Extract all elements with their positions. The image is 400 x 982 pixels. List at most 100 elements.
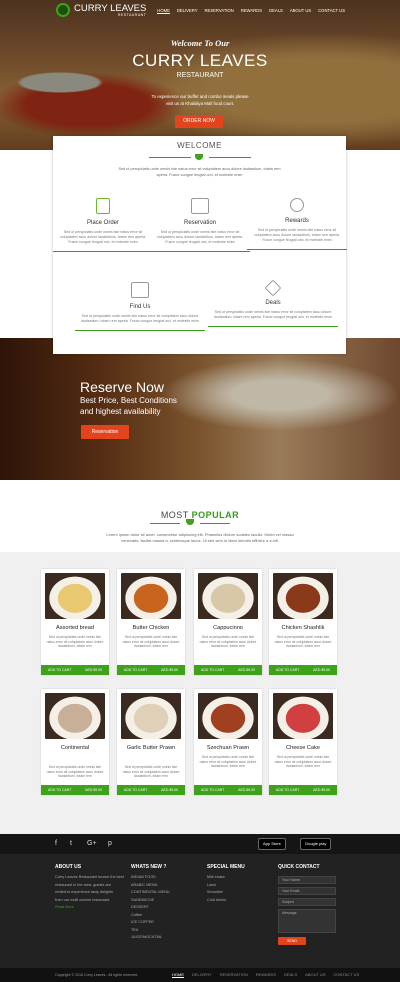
pinterest-icon[interactable]: p: [108, 840, 112, 847]
nav-rewards[interactable]: REWARDS: [241, 8, 262, 14]
cart-bar: ADD TO CART AED 89.00: [194, 665, 262, 675]
bottom-nav-reservation[interactable]: RESERVATION: [220, 972, 248, 978]
bottom-nav-rewards[interactable]: REWARDS: [256, 972, 276, 978]
special-item[interactable]: Milk shake: [207, 874, 226, 882]
whats-new-item[interactable]: ARABIC MENU: [131, 882, 170, 890]
dish-card[interactable]: Cappucinno Sed ut perspiciatis unde omnis…: [194, 569, 262, 675]
special-item[interactable]: Cold drinks: [207, 897, 226, 905]
feature-place-order[interactable]: Place Order Sed ut perspiciatis unde omn…: [53, 198, 153, 252]
app-store-badge[interactable]: App Store: [258, 838, 286, 850]
feature-find-us[interactable]: Find Us Sed ut perspiciatis unde omnis i…: [75, 282, 205, 331]
nav-delivery[interactable]: DELIVERY: [177, 8, 198, 14]
brand-name: CURRY LEAVES: [74, 2, 147, 14]
bottom-nav-deals[interactable]: DEALS: [284, 972, 297, 978]
dish-desc: Sed ut perspiciatis unde omnis iste natu…: [199, 635, 257, 649]
nav-deals[interactable]: DEALS: [269, 8, 283, 14]
nav-about[interactable]: ABOUT US: [290, 8, 311, 14]
reserve-title: Reserve Now: [80, 379, 165, 395]
dish-card[interactable]: Cheese Cake Sed ut perspiciatis unde omni…: [269, 689, 337, 795]
feature-rewards[interactable]: Rewards Sed ut perspiciatis unde omnis i…: [247, 198, 347, 250]
bottom-nav-delivery[interactable]: DELIVERY: [192, 972, 212, 978]
dish-price: AED 89.00: [313, 668, 331, 672]
popular-desc1: Lorem ipsum dolor sit amet, consectetur …: [106, 532, 294, 537]
bottom-nav-about[interactable]: ABOUT US: [305, 972, 325, 978]
subject-field[interactable]: Subject: [278, 898, 336, 906]
feature-title: Rewards: [285, 218, 309, 224]
add-to-cart-button[interactable]: ADD TO CART: [276, 788, 300, 792]
cart-bar: ADD TO CART AED 89.00: [117, 665, 185, 675]
whats-new-item[interactable]: TEA: [131, 927, 170, 935]
read-more-link[interactable]: Read More: [55, 904, 124, 912]
whats-new-item[interactable]: CONTINENTAL MENU: [131, 889, 170, 897]
whats-new-item[interactable]: SANDWICHE: [131, 897, 170, 905]
about-line: from our multi cuisine restaurant.: [55, 897, 111, 902]
nav-contact[interactable]: CONTACT US: [318, 8, 345, 14]
top-nav: CURRY LEAVES RESTAURANT HOME DELIVERY RE…: [0, 0, 400, 24]
special-item[interactable]: Lassi: [207, 882, 226, 890]
dish-image: [198, 693, 258, 739]
name-field[interactable]: Your Name: [278, 876, 336, 884]
nav-home[interactable]: HOME: [157, 8, 170, 14]
bottom-nav: HOME DELIVERY RESERVATION REWARDS DEALS …: [172, 972, 359, 978]
message-field[interactable]: Message: [278, 909, 336, 933]
popular-title: MOST POPULAR: [0, 510, 400, 520]
social-bar: f t G+ p App Store Google play: [0, 834, 400, 854]
divider-line: [150, 523, 180, 524]
logo[interactable]: CURRY LEAVES RESTAURANT: [56, 3, 146, 17]
add-to-cart-button[interactable]: ADD TO CART: [124, 788, 148, 792]
dish-name: Continental: [60, 745, 90, 751]
hero-title: CURRY LEAVES: [132, 51, 268, 70]
about-heading: ABOUT US: [55, 864, 82, 870]
dish-card[interactable]: Butter Chicken Sed ut perspiciatis unde o…: [117, 569, 185, 675]
google-play-badge[interactable]: Google play: [300, 838, 332, 850]
special-item[interactable]: Smoothie: [207, 889, 226, 897]
order-now-button[interactable]: ORDER NOW: [175, 115, 223, 128]
email-field[interactable]: Your Email: [278, 887, 336, 895]
dish-card[interactable]: Chicken Shashlik Sed ut perspiciatis unde…: [269, 569, 337, 675]
whats-new-item[interactable]: ICE COFFEE: [131, 919, 170, 927]
add-to-cart-button[interactable]: ADD TO CART: [201, 788, 225, 792]
hero-subtitle: RESTAURANT: [176, 72, 224, 79]
dish-card[interactable]: Continental Sed ut perspiciatis unde omni…: [41, 689, 109, 795]
add-to-cart-button[interactable]: ADD TO CART: [48, 788, 72, 792]
dish-desc: Sed ut perspiciatis unde omnis iste natu…: [122, 765, 180, 779]
dish-name: Butter Chicken: [132, 625, 170, 631]
dish-desc: Sed ut perspiciatis unde omnis iste natu…: [274, 755, 332, 769]
whats-new-item[interactable]: Coffee: [131, 912, 170, 920]
leaf-icon: [195, 154, 203, 160]
feature-deals[interactable]: Deals Sed ut perspiciatis unde omnis ist…: [208, 279, 338, 327]
add-to-cart-button[interactable]: ADD TO CART: [201, 668, 225, 672]
send-button[interactable]: SEND: [278, 937, 306, 945]
bottom-nav-contact[interactable]: CONTACT US: [334, 972, 360, 978]
add-to-cart-button[interactable]: ADD TO CART: [48, 668, 72, 672]
feature-underline: [247, 249, 347, 250]
whats-new-item[interactable]: JUICE/MOCKTAIL: [131, 934, 170, 942]
feature-underline: [150, 251, 250, 252]
nav-reservation[interactable]: RESERVATION: [205, 8, 234, 14]
feature-reservation[interactable]: Reservation Sed ut perspiciatis unde omn…: [150, 198, 250, 252]
hero-line2: visit us at Khalidiya Mall food court.: [165, 101, 235, 106]
contact-heading: QUICK CONTACT: [278, 864, 320, 870]
cart-bar: ADD TO CART AED 89.00: [194, 785, 262, 795]
google-plus-icon[interactable]: G+: [87, 840, 97, 847]
dish-desc: Sed ut perspiciatis unde omnis iste natu…: [199, 755, 257, 769]
dish-card[interactable]: Szechuan Prawn Sed ut perspiciatis unde o…: [194, 689, 262, 795]
about-line: Curry Leaves Restaurant known the best: [55, 875, 124, 879]
dish-desc: Sed ut perspiciatis unde omnis iste natu…: [46, 635, 104, 649]
award-icon: [290, 198, 304, 212]
dish-card[interactable]: Garlic Butter Prawn Sed ut perspiciatis u…: [117, 689, 185, 795]
twitter-icon[interactable]: t: [70, 840, 72, 847]
feature-title: Deals: [265, 300, 281, 306]
dish-image: [273, 693, 333, 739]
dish-name: Assorted bread: [56, 625, 94, 631]
facebook-icon[interactable]: f: [55, 840, 57, 847]
logo-leaf-icon: [56, 3, 70, 17]
whats-new-item[interactable]: DESSERT: [131, 904, 170, 912]
dish-card[interactable]: Assorted bread Sed ut perspiciatis unde o…: [41, 569, 109, 675]
bottom-nav-home[interactable]: HOME: [172, 972, 184, 978]
whats-new-item[interactable]: INDIAN FOOD: [131, 874, 170, 882]
add-to-cart-button[interactable]: ADD TO CART: [276, 668, 300, 672]
hero-line1: To experience our buffet and combo meals…: [151, 94, 249, 99]
reservation-button[interactable]: Reservation: [81, 425, 129, 439]
add-to-cart-button[interactable]: ADD TO CART: [124, 668, 148, 672]
